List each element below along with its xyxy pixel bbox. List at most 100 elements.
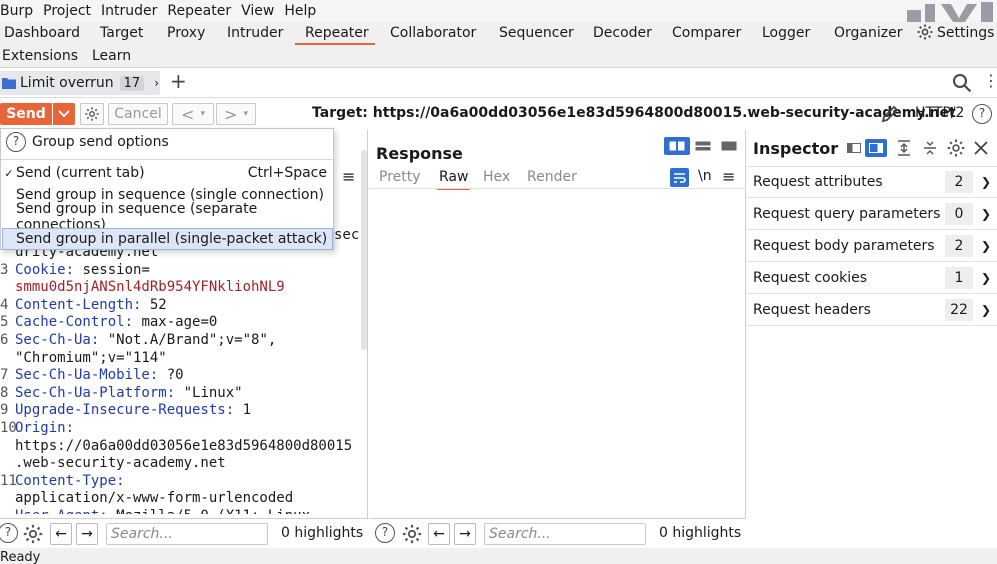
gear-icon[interactable] [946,138,966,158]
response-tab-pretty[interactable]: Pretty [379,169,421,185]
header-value: application/x-www-form-urlencoded [15,490,294,507]
tab-comparer[interactable]: Comparer [672,25,741,41]
tab-repeater[interactable]: Repeater [295,25,375,45]
request-line: 10Origin: [0,420,74,438]
repeater-toolbar: Send Cancel < ▾ > ▾ Target: https://0a6a00… [0,98,997,130]
header-value: max-age=0 [133,314,218,331]
chevron-right-icon[interactable]: › [154,76,159,90]
header-name: Cookie: [15,261,75,278]
tab-proxy[interactable]: Proxy [167,25,205,41]
collapse-all-icon[interactable] [921,139,939,157]
panel-right-icon[interactable] [865,139,887,157]
help-icon[interactable]: ? [6,132,26,152]
request-line: 4 Content-Length: 52 [0,297,167,315]
expand-all-icon[interactable] [895,139,913,157]
menu-icon[interactable]: ≡ [342,167,355,186]
arrow-left-icon[interactable]: ← [428,523,450,545]
menu-project[interactable]: Project [43,3,97,19]
request-editor[interactable]: urity-academy.net 3 Cookie: session= smmu0… [0,244,360,514]
pencil-icon[interactable] [880,104,900,124]
response-tab-raw[interactable]: Raw [437,169,471,190]
check-icon: ✓ [4,166,14,180]
inspector-row-query-parameters[interactable]: Request query parameters 0 ❯ [747,198,997,230]
arrow-right-icon[interactable]: → [76,523,98,545]
help-icon[interactable]: ? [0,523,18,543]
panel-left-icon[interactable] [843,139,865,157]
layout-toggle [664,137,742,155]
request-search-input[interactable]: Search... [106,523,268,545]
history-back-button[interactable]: < ▾ [172,103,214,125]
menu-item-send-current-tab[interactable]: ✓ Send (current tab) Ctrl+Space [2,162,333,184]
response-search-input[interactable]: Search... [484,523,646,545]
tab-decoder[interactable]: Decoder [593,25,652,41]
inspector-title: Inspector [753,139,839,158]
request-line: 5 Cache-Control: max-age=0 [0,314,217,332]
menu-item-sequence-separate[interactable]: Send group in sequence (separate connect… [2,201,333,233]
horizontal-view-icon[interactable] [690,137,716,155]
send-button[interactable]: Send [0,103,52,125]
search-icon[interactable] [952,73,972,93]
tab-logger[interactable]: Logger [762,25,810,41]
wrap-lines-icon[interactable] [670,168,689,187]
history-forward-button[interactable]: > ▾ [216,103,256,125]
request-line: 7 Sec-Ch-Ua-Mobile: ?0 [0,367,184,385]
split-view-icon[interactable] [664,137,690,155]
response-pane: Response Pretty Raw Hex Render \n ≡ [369,130,746,518]
inspector-row-headers[interactable]: Request headers 22 ❯ [747,294,997,326]
inspector-row-request-attributes[interactable]: Request attributes 2 ❯ [747,166,997,198]
count-badge: 1 [945,266,973,289]
menu-burp[interactable]: Burp [0,3,39,19]
tab-intruder[interactable]: Intruder [227,25,283,41]
help-icon[interactable]: ? [972,104,992,124]
menu-view[interactable]: View [241,3,280,19]
inspector-layout-toggle [843,139,887,157]
chevron-down-icon: ❯ [980,270,991,285]
tab-settings[interactable]: Settings [937,25,994,41]
tab-collaborator[interactable]: Collaborator [390,25,476,41]
add-tab-button[interactable]: + [170,69,187,93]
response-tab-hex[interactable]: Hex [483,169,510,185]
close-icon[interactable] [973,140,989,156]
more-options-icon[interactable]: ⋮ [983,71,997,90]
send-dropdown-button[interactable] [53,103,75,125]
dropdown-header: Group send options [32,134,169,150]
inspector-row-cookies[interactable]: Request cookies 1 ❯ [747,262,997,294]
gear-icon[interactable] [401,523,423,545]
chevron-down-icon: ▾ [200,109,205,119]
cancel-button[interactable]: Cancel [108,103,168,125]
send-settings-gear-icon[interactable] [80,103,104,125]
gear-icon[interactable] [916,23,934,45]
request-line: 9 Upgrade-Insecure-Requests: 1 [0,402,251,420]
chevron-down-icon: ❯ [980,174,991,189]
cookie-value: smmu0d5njANSnl4dRb954YFNkliohNL9 [15,279,285,296]
inspector-row-body-parameters[interactable]: Request body parameters 2 ❯ [747,230,997,262]
header-name: Content-Length: [15,296,142,313]
repeater-tab-label: Limit overrun [20,75,114,91]
arrow-left-icon[interactable]: ← [50,523,72,545]
menu-help[interactable]: Help [284,3,322,19]
arrow-right-icon[interactable]: → [454,523,476,545]
help-icon[interactable]: ? [375,523,395,543]
menu-repeater[interactable]: Repeater [167,3,237,19]
newline-toggle[interactable]: \n [698,168,712,184]
tab-sequencer[interactable]: Sequencer [499,25,574,41]
count-badge: 22 [945,298,973,321]
header-name: User-Agent: [15,508,108,514]
menu-icon[interactable]: ≡ [722,167,735,186]
response-editor[interactable] [369,190,745,516]
tab-learn[interactable]: Learn [92,48,131,64]
tabs-view-icon[interactable] [716,137,742,155]
tab-extensions[interactable]: Extensions [2,48,78,64]
repeater-tab-limit-overrun[interactable]: Limit overrun 17 › [0,71,160,95]
status-bar: Ready [0,548,997,564]
tab-target[interactable]: Target [100,25,143,41]
request-scrollbar[interactable] [361,150,367,350]
response-tab-render[interactable]: Render [527,169,577,185]
tab-organizer[interactable]: Organizer [834,25,902,41]
gear-icon[interactable] [22,523,44,545]
protocol-label[interactable]: HTTP/2 [915,105,964,121]
tab-dashboard[interactable]: Dashboard [4,25,80,41]
menu-intruder[interactable]: Intruder [101,3,163,19]
menu-item-parallel-single-packet[interactable]: Send group in parallel (single-packet at… [2,228,333,250]
divider [369,188,745,189]
